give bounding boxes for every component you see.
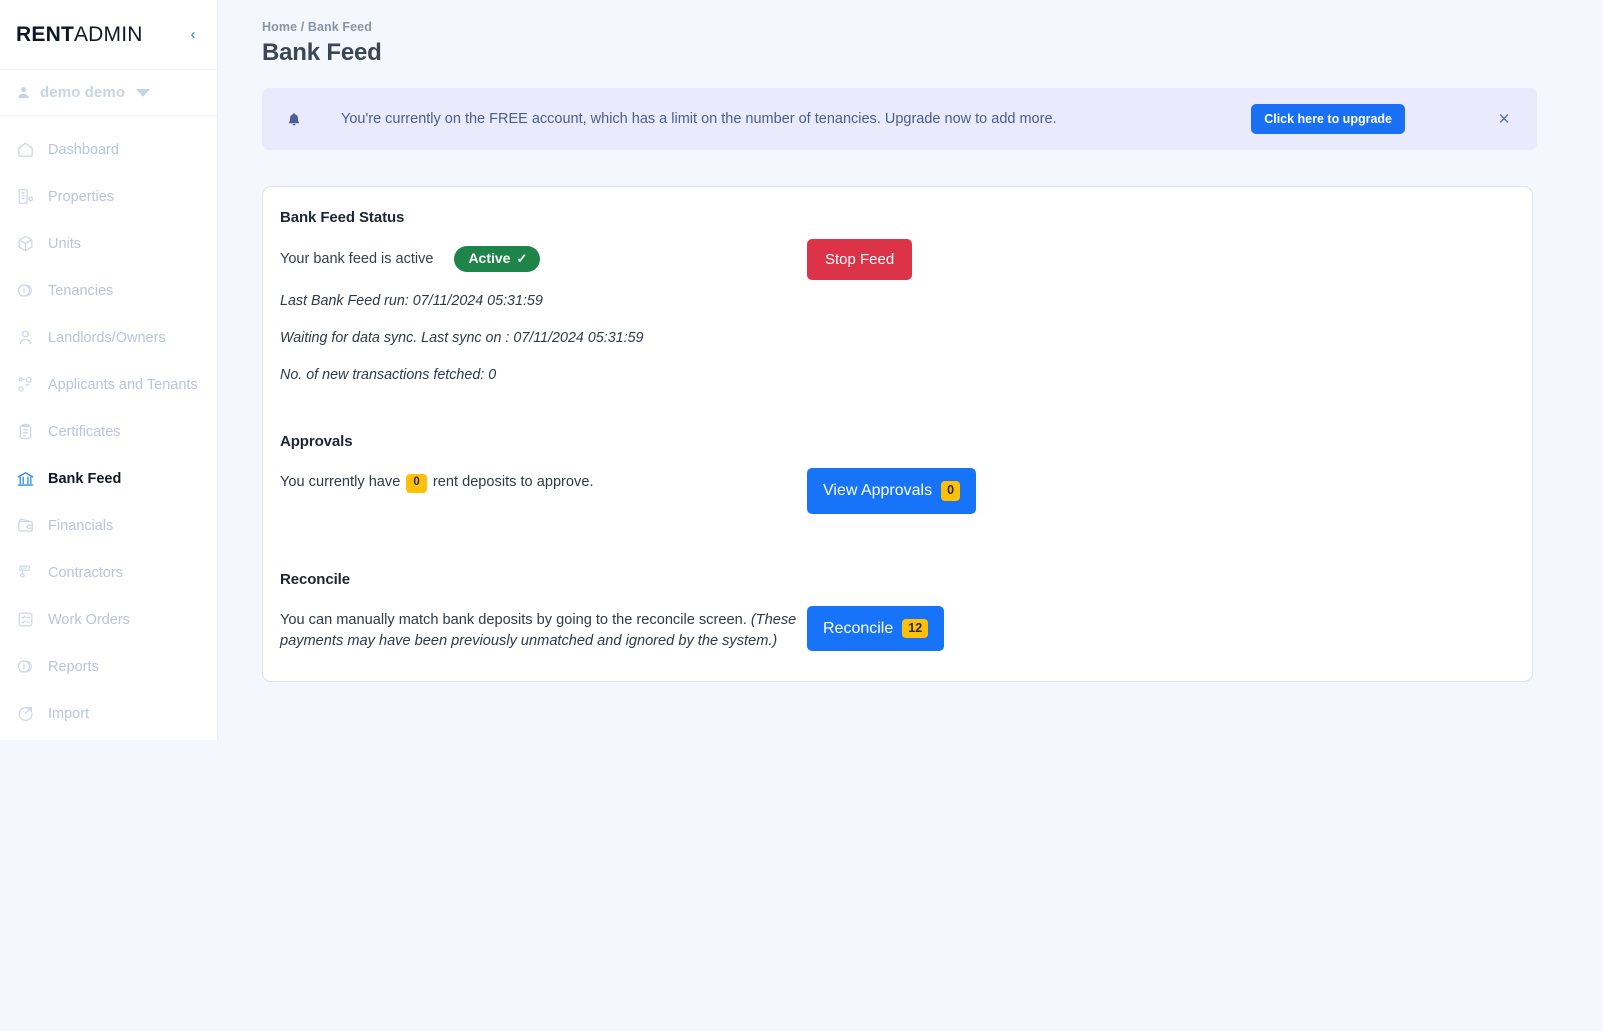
sidebar-item-landlords-owners[interactable]: Landlords/Owners: [0, 314, 217, 361]
brand-row: RENTADMIN ‹: [0, 0, 217, 70]
bank-feed-status-info: Your bank feed is active Active ✓ Last B…: [280, 226, 807, 383]
sidebar-item-label: Properties: [48, 188, 115, 205]
bank-feed-card: Bank Feed Status Your bank feed is activ…: [262, 186, 1533, 683]
person-icon: [16, 85, 31, 100]
last-sync-text: Waiting for data sync. Last sync on : 07…: [280, 330, 644, 347]
sidebar-item-applicants-and-tenants[interactable]: Applicants and Tenants: [0, 361, 217, 408]
status-line: Your bank feed is active Active ✓: [280, 246, 807, 273]
reconcile-button[interactable]: Reconcile 12: [807, 605, 945, 652]
bank-icon: [16, 469, 35, 488]
sidebar-item-financials[interactable]: Financials: [0, 502, 217, 549]
last-run-text: Last Bank Feed run: 07/11/2024 05:31:59: [280, 293, 543, 310]
bank-feed-status-title: Bank Feed Status: [280, 209, 405, 226]
checklist-icon: [16, 610, 35, 629]
stop-feed-action: Stop Feed: [807, 226, 1504, 280]
reconcile-action: Reconcile 12: [807, 588, 1504, 652]
import-arrow-icon: [16, 704, 35, 723]
users-group-icon: [16, 375, 35, 394]
sidebar-item-label: Certificates: [48, 423, 121, 440]
sidebar-item-label: Dashboard: [48, 141, 119, 158]
check-icon: ✓: [516, 250, 528, 266]
sidebar-item-bank-feed[interactable]: Bank Feed: [0, 455, 217, 502]
home-icon: [16, 140, 35, 159]
page-title: Bank Feed: [262, 39, 382, 66]
user-menu[interactable]: demo demo: [0, 70, 217, 116]
sidebar-item-label: Work Orders: [48, 611, 130, 628]
sidebar-item-tenancies[interactable]: Tenancies: [0, 267, 217, 314]
sidebar-item-label: Applicants and Tenants: [48, 376, 198, 393]
sidebar-item-label: Contractors: [48, 564, 123, 581]
chevron-left-icon[interactable]: ‹: [183, 25, 203, 45]
app-root: RENTADMIN ‹ demo demo Dashboard Properti…: [0, 0, 1603, 1031]
sidebar-item-import[interactable]: Import: [0, 690, 217, 737]
sidebar-item-contractors[interactable]: Contractors: [0, 549, 217, 596]
bell-icon: [282, 111, 306, 128]
reconcile-text: You can manually match bank deposits by …: [280, 610, 807, 651]
user-name: demo demo: [40, 84, 126, 101]
banner-message: You're currently on the FREE account, wh…: [341, 111, 1057, 127]
close-icon[interactable]: ×: [1493, 108, 1515, 130]
user-icon: [16, 328, 35, 347]
building-icon: [16, 187, 35, 206]
view-approvals-count: 0: [941, 481, 961, 501]
brand-light: ADMIN: [73, 22, 143, 46]
transactions-fetched-text: No. of new transactions fetched: 0: [280, 367, 497, 384]
wallet-icon: [16, 516, 35, 535]
view-approvals-label: View Approvals: [823, 482, 933, 500]
sidebar-item-label: Landlords/Owners: [48, 329, 166, 346]
bank-feed-status-block: Bank Feed Status Your bank feed is activ…: [280, 209, 1504, 383]
sidebar-item-label: Units: [48, 235, 82, 252]
status-badge-label: Active: [468, 250, 511, 266]
view-approvals-button[interactable]: View Approvals 0: [807, 468, 977, 514]
sidebar-item-properties[interactable]: Properties: [0, 173, 217, 220]
sidebar-nav: Dashboard Properties Units Tenancies Lan…: [0, 116, 217, 737]
main-content: Home / Bank Feed Bank Feed You're curren…: [218, 0, 1603, 1031]
reconcile-block: Reconcile You can manually match bank de…: [280, 571, 1504, 652]
brand-bold: RENT: [16, 22, 74, 46]
sidebar-item-certificates[interactable]: Certificates: [0, 408, 217, 455]
reconcile-count: 12: [902, 618, 929, 639]
reconcile-label: Reconcile: [823, 619, 894, 637]
approvals-title: Approvals: [280, 433, 353, 451]
coins-icon: [16, 281, 35, 300]
approvals-action: View Approvals 0: [807, 450, 1504, 514]
upgrade-banner: You're currently on the FREE account, wh…: [262, 88, 1537, 150]
approvals-text: You currently have 0 rent deposits to ap…: [280, 472, 807, 493]
caret-down-icon: [136, 88, 151, 97]
approvals-inline-count: 0: [406, 474, 427, 493]
reconcile-title: Reconcile: [280, 570, 350, 588]
chart-icon: [16, 657, 35, 676]
approvals-info: You currently have 0 rent deposits to ap…: [280, 450, 807, 493]
sidebar-item-label: Financials: [48, 517, 114, 534]
breadcrumb[interactable]: Home / Bank Feed: [262, 20, 1537, 34]
sidebar-item-dashboard[interactable]: Dashboard: [0, 126, 217, 173]
sidebar: RENTADMIN ‹ demo demo Dashboard Properti…: [0, 0, 218, 740]
reconcile-row: You can manually match bank deposits by …: [280, 588, 1504, 652]
approvals-block: Approvals You currently have 0 rent depo…: [280, 433, 1504, 514]
sidebar-item-label: Import: [48, 705, 90, 722]
sidebar-item-label: Bank Feed: [48, 470, 122, 487]
status-text: Your bank feed is active: [280, 251, 434, 268]
approvals-text-before: You currently have: [280, 474, 401, 491]
sidebar-item-units[interactable]: Units: [0, 220, 217, 267]
sidebar-item-label: Tenancies: [48, 282, 114, 299]
brand-logo: RENTADMIN: [16, 23, 143, 47]
upgrade-button[interactable]: Click here to upgrade: [1251, 104, 1405, 134]
status-badge: Active ✓: [454, 246, 541, 273]
tools-icon: [16, 563, 35, 582]
sidebar-item-work-orders[interactable]: Work Orders: [0, 596, 217, 643]
stop-feed-button[interactable]: Stop Feed: [807, 239, 913, 280]
reconcile-info: You can manually match bank deposits by …: [280, 588, 807, 651]
approvals-row: You currently have 0 rent deposits to ap…: [280, 450, 1504, 514]
reconcile-line-1: You can manually match bank deposits by …: [280, 611, 747, 628]
approvals-text-after: rent deposits to approve.: [432, 474, 594, 491]
bank-feed-status-row: Your bank feed is active Active ✓ Last B…: [280, 226, 1504, 383]
sidebar-item-reports[interactable]: Reports: [0, 643, 217, 690]
clipboard-icon: [16, 422, 35, 441]
sidebar-item-label: Reports: [48, 658, 99, 675]
cube-icon: [16, 234, 35, 253]
